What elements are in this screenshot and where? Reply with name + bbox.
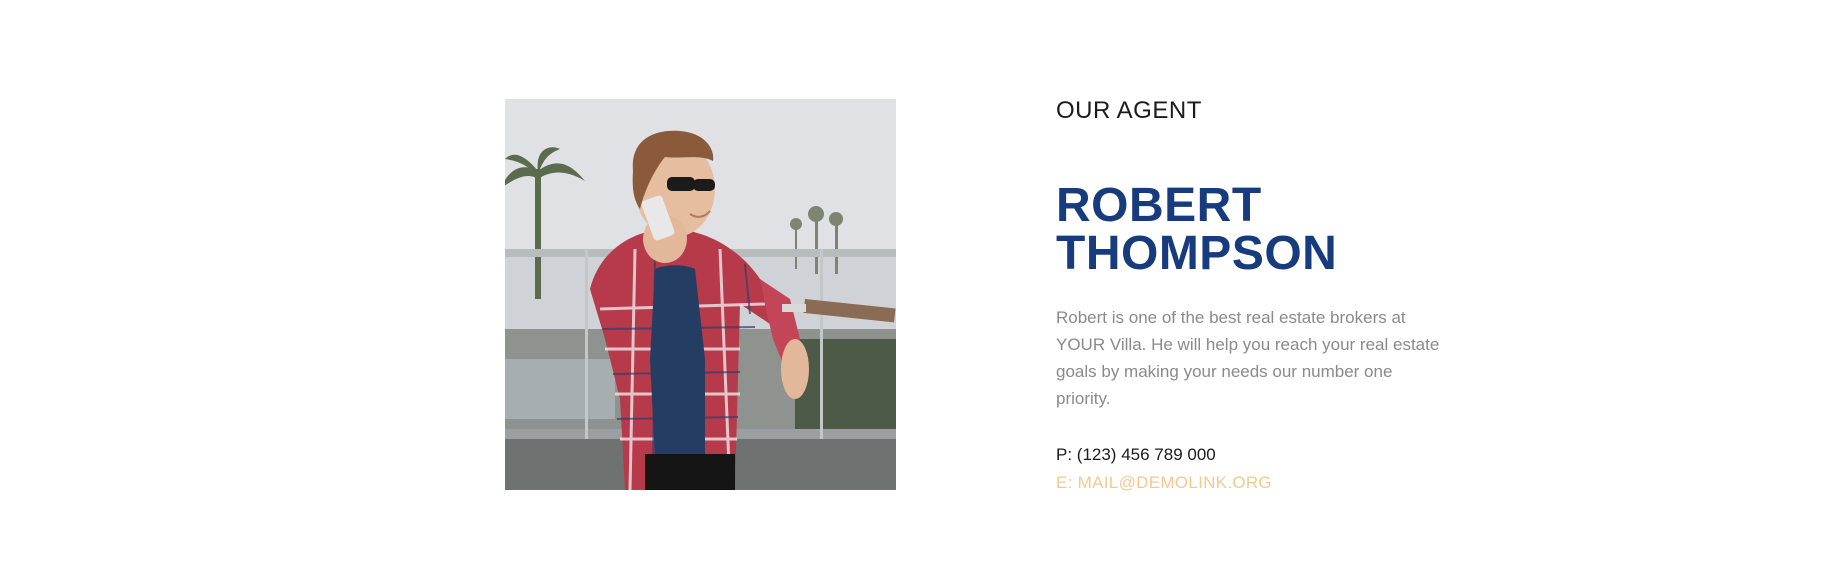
agent-bio: Robert is one of the best real estate br… bbox=[1056, 308, 1440, 408]
agent-name: ROBERT THOMPSON bbox=[1056, 179, 1338, 280]
section-eyebrow: OUR AGENT bbox=[1056, 97, 1202, 124]
agent-phone[interactable]: P: (123) 456 789 000 bbox=[1056, 444, 1216, 466]
agent-info: OUR AGENT ROBERT THOMPSON Robert is one … bbox=[1056, 96, 1476, 492]
agent-email-link[interactable]: E: MAIL@DEMOLINK.ORG bbox=[1056, 472, 1272, 494]
agent-section: OUR AGENT ROBERT THOMPSON Robert is one … bbox=[0, 0, 1838, 581]
agent-photo-illustration bbox=[505, 99, 896, 490]
agent-photo bbox=[505, 99, 896, 490]
